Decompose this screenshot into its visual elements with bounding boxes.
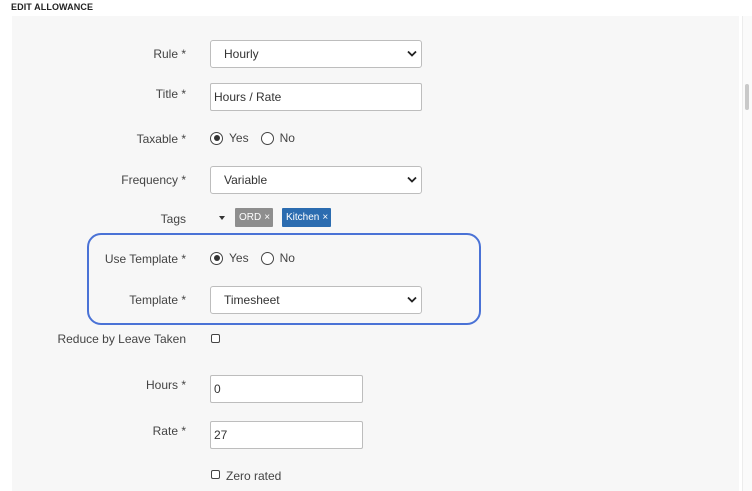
hours-input[interactable]: 0	[210, 375, 363, 403]
chevron-down-icon	[407, 50, 417, 57]
tag-kitchen-text: Kitchen	[286, 212, 320, 223]
rule-select[interactable]: Hourly	[210, 40, 422, 68]
tag-ord-remove-icon[interactable]: ×	[264, 212, 270, 223]
reduce-by-leave-checkbox[interactable]	[211, 334, 220, 343]
reduce-by-leave-label: Reduce by Leave Taken	[57, 332, 186, 346]
chevron-down-icon	[407, 176, 417, 183]
tag-kitchen: Kitchen ×	[282, 208, 332, 227]
section-title: EDIT ALLOWANCE	[11, 2, 94, 12]
taxable-yes-radio[interactable]	[210, 131, 223, 145]
use-template-no-radio[interactable]	[260, 251, 274, 265]
frequency-value: Variable	[224, 173, 268, 187]
tag-kitchen-remove-icon[interactable]: ×	[322, 212, 328, 223]
tag-ord-text: ORD	[239, 212, 262, 223]
title-label: Title *	[155, 87, 186, 101]
taxable-yes-label[interactable]: Yes	[229, 131, 249, 145]
zero-rated-checkbox[interactable]	[211, 470, 220, 479]
hours-label: Hours *	[145, 378, 186, 392]
use-template-label: Use Template *	[104, 252, 186, 266]
template-value: Timesheet	[224, 293, 280, 307]
tags-label: Tags	[160, 212, 186, 226]
rule-value: Hourly	[224, 47, 259, 61]
rule-label: Rule *	[153, 47, 186, 61]
taxable-no-label[interactable]: No	[280, 131, 295, 145]
template-select[interactable]: Timesheet	[210, 286, 422, 314]
tags-dropdown-caret-icon[interactable]	[219, 216, 225, 220]
rate-label: Rate *	[152, 424, 186, 438]
title-input[interactable]: Hours / Rate	[210, 83, 422, 111]
chevron-down-icon	[407, 296, 417, 303]
use-template-yes-radio[interactable]	[210, 251, 223, 265]
frequency-select[interactable]: Variable	[210, 166, 422, 194]
zero-rated-label[interactable]: Zero rated	[226, 469, 281, 483]
frequency-label: Frequency *	[121, 173, 186, 187]
taxable-label: Taxable *	[136, 132, 186, 146]
template-label: Template *	[129, 293, 186, 307]
use-template-radio-group: Yes No	[210, 251, 307, 265]
tag-ord: ORD ×	[235, 208, 274, 227]
use-template-no-label[interactable]: No	[280, 251, 295, 265]
rate-input[interactable]: 27	[210, 421, 363, 449]
taxable-radio-group: Yes No	[210, 131, 307, 145]
use-template-yes-label[interactable]: Yes	[229, 251, 249, 265]
scrollbar-thumb[interactable]	[745, 84, 749, 110]
taxable-no-radio[interactable]	[260, 131, 274, 145]
